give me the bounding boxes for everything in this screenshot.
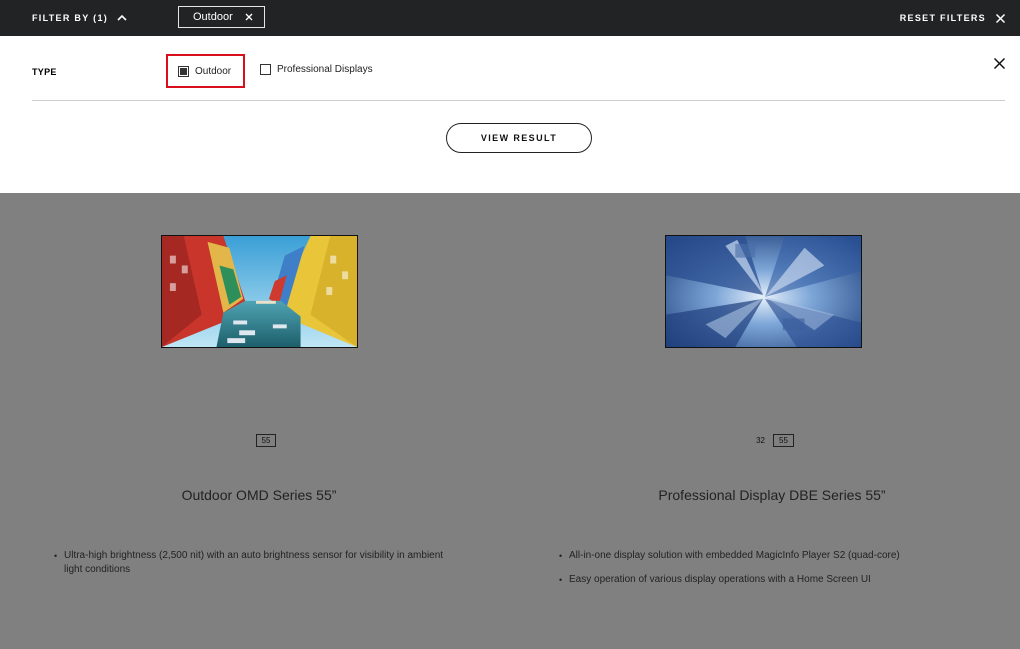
- view-result-button[interactable]: VIEW RESULT: [446, 123, 592, 153]
- reset-filters-label: RESET FILTERS: [899, 13, 986, 23]
- product-image[interactable]: [161, 235, 358, 348]
- size-selector: 55: [11, 434, 521, 447]
- product-card: 55 Outdoor OMD Series 55” Ultra-high bri…: [0, 193, 510, 649]
- feature-list: Ultra-high brightness (2,500 nit) with a…: [54, 549, 464, 587]
- option-outdoor-label: Outdoor: [195, 65, 232, 77]
- product-title[interactable]: Outdoor OMD Series 55”: [4, 487, 514, 503]
- active-filter-chip: Outdoor: [178, 6, 265, 28]
- option-professional-displays-label: Professional Displays: [277, 64, 373, 75]
- option-professional-displays[interactable]: Professional Displays: [260, 64, 373, 75]
- product-card: 32 55 Professional Display DBE Series 55…: [510, 193, 1020, 649]
- filter-bar: FILTER BY (1) Outdoor RESET FILTERS: [0, 0, 1020, 36]
- venice-canal-image: [162, 236, 357, 347]
- size-selector: 32 55: [520, 434, 1020, 447]
- feature-item: All-in-one display solution with embedde…: [559, 549, 979, 563]
- chevron-up-icon: [117, 14, 127, 21]
- size-option-55[interactable]: 55: [773, 434, 794, 447]
- reset-filters-button[interactable]: RESET FILTERS: [900, 0, 1006, 36]
- option-outdoor[interactable]: Outdoor: [166, 54, 245, 88]
- filter-by-label: FILTER BY (1): [32, 13, 109, 23]
- product-image[interactable]: [665, 235, 862, 348]
- remove-chip-close-icon[interactable]: [244, 12, 254, 22]
- size-option-32[interactable]: 32: [756, 436, 765, 445]
- close-panel-icon[interactable]: [993, 57, 1006, 70]
- feature-list: All-in-one display solution with embedde…: [559, 549, 979, 597]
- feature-item: Easy operation of various display operat…: [559, 573, 979, 587]
- checkbox-icon[interactable]: [178, 65, 189, 77]
- reset-close-icon: [995, 13, 1006, 23]
- product-title[interactable]: Professional Display DBE Series 55”: [517, 487, 1020, 503]
- filter-panel: TYPE Outdoor Professional Displays VIEW …: [0, 36, 1020, 193]
- checkbox-icon[interactable]: [260, 64, 271, 75]
- chip-label: Outdoor: [193, 11, 233, 23]
- size-option-55[interactable]: 55: [255, 434, 277, 447]
- feature-item: Ultra-high brightness (2,500 nit) with a…: [54, 549, 464, 577]
- panel-divider: [32, 100, 1005, 101]
- type-label: TYPE: [32, 67, 57, 77]
- abstract-blue-image: [666, 236, 861, 347]
- filter-by-toggle[interactable]: FILTER BY (1): [32, 0, 128, 36]
